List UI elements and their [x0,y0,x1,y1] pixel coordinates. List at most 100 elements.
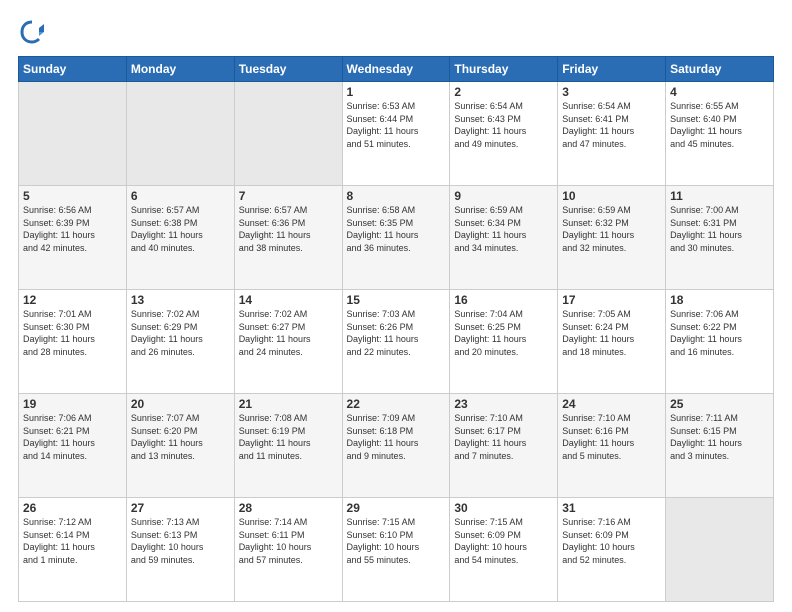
day-number: 26 [23,501,122,515]
day-number: 5 [23,189,122,203]
day-info: Sunrise: 7:10 AM Sunset: 6:16 PM Dayligh… [562,412,661,462]
calendar-cell: 19Sunrise: 7:06 AM Sunset: 6:21 PM Dayli… [19,394,127,498]
calendar-cell: 27Sunrise: 7:13 AM Sunset: 6:13 PM Dayli… [126,498,234,602]
calendar-cell [666,498,774,602]
day-number: 12 [23,293,122,307]
calendar-cell: 16Sunrise: 7:04 AM Sunset: 6:25 PM Dayli… [450,290,558,394]
day-number: 4 [670,85,769,99]
calendar-cell: 8Sunrise: 6:58 AM Sunset: 6:35 PM Daylig… [342,186,450,290]
day-info: Sunrise: 7:12 AM Sunset: 6:14 PM Dayligh… [23,516,122,566]
calendar-cell: 10Sunrise: 6:59 AM Sunset: 6:32 PM Dayli… [558,186,666,290]
day-number: 29 [347,501,446,515]
weekday-header: Tuesday [234,57,342,82]
weekday-header: Thursday [450,57,558,82]
calendar-week-row: 5Sunrise: 6:56 AM Sunset: 6:39 PM Daylig… [19,186,774,290]
day-info: Sunrise: 7:03 AM Sunset: 6:26 PM Dayligh… [347,308,446,358]
logo [18,18,50,46]
day-number: 10 [562,189,661,203]
day-info: Sunrise: 7:13 AM Sunset: 6:13 PM Dayligh… [131,516,230,566]
page: SundayMondayTuesdayWednesdayThursdayFrid… [0,0,792,612]
calendar-cell [126,82,234,186]
calendar-cell: 5Sunrise: 6:56 AM Sunset: 6:39 PM Daylig… [19,186,127,290]
day-info: Sunrise: 6:59 AM Sunset: 6:34 PM Dayligh… [454,204,553,254]
day-number: 8 [347,189,446,203]
day-info: Sunrise: 7:08 AM Sunset: 6:19 PM Dayligh… [239,412,338,462]
weekday-header: Sunday [19,57,127,82]
day-number: 11 [670,189,769,203]
calendar-week-row: 26Sunrise: 7:12 AM Sunset: 6:14 PM Dayli… [19,498,774,602]
day-info: Sunrise: 7:14 AM Sunset: 6:11 PM Dayligh… [239,516,338,566]
day-info: Sunrise: 6:56 AM Sunset: 6:39 PM Dayligh… [23,204,122,254]
day-number: 24 [562,397,661,411]
calendar-cell [19,82,127,186]
day-info: Sunrise: 7:05 AM Sunset: 6:24 PM Dayligh… [562,308,661,358]
calendar-cell: 20Sunrise: 7:07 AM Sunset: 6:20 PM Dayli… [126,394,234,498]
day-info: Sunrise: 6:54 AM Sunset: 6:43 PM Dayligh… [454,100,553,150]
logo-icon [18,18,46,46]
day-number: 19 [23,397,122,411]
calendar-cell: 30Sunrise: 7:15 AM Sunset: 6:09 PM Dayli… [450,498,558,602]
calendar-cell: 9Sunrise: 6:59 AM Sunset: 6:34 PM Daylig… [450,186,558,290]
day-number: 1 [347,85,446,99]
day-number: 17 [562,293,661,307]
day-info: Sunrise: 6:54 AM Sunset: 6:41 PM Dayligh… [562,100,661,150]
day-number: 23 [454,397,553,411]
day-info: Sunrise: 7:11 AM Sunset: 6:15 PM Dayligh… [670,412,769,462]
weekday-header: Saturday [666,57,774,82]
day-number: 2 [454,85,553,99]
day-number: 21 [239,397,338,411]
calendar-week-row: 12Sunrise: 7:01 AM Sunset: 6:30 PM Dayli… [19,290,774,394]
day-info: Sunrise: 7:16 AM Sunset: 6:09 PM Dayligh… [562,516,661,566]
calendar-cell: 4Sunrise: 6:55 AM Sunset: 6:40 PM Daylig… [666,82,774,186]
calendar-cell: 22Sunrise: 7:09 AM Sunset: 6:18 PM Dayli… [342,394,450,498]
calendar-cell: 14Sunrise: 7:02 AM Sunset: 6:27 PM Dayli… [234,290,342,394]
day-info: Sunrise: 7:01 AM Sunset: 6:30 PM Dayligh… [23,308,122,358]
day-info: Sunrise: 7:06 AM Sunset: 6:21 PM Dayligh… [23,412,122,462]
day-info: Sunrise: 7:07 AM Sunset: 6:20 PM Dayligh… [131,412,230,462]
day-number: 20 [131,397,230,411]
calendar-cell: 3Sunrise: 6:54 AM Sunset: 6:41 PM Daylig… [558,82,666,186]
calendar-cell [234,82,342,186]
day-info: Sunrise: 7:00 AM Sunset: 6:31 PM Dayligh… [670,204,769,254]
day-info: Sunrise: 7:02 AM Sunset: 6:29 PM Dayligh… [131,308,230,358]
day-number: 3 [562,85,661,99]
calendar-cell: 21Sunrise: 7:08 AM Sunset: 6:19 PM Dayli… [234,394,342,498]
calendar-cell: 26Sunrise: 7:12 AM Sunset: 6:14 PM Dayli… [19,498,127,602]
calendar-cell: 17Sunrise: 7:05 AM Sunset: 6:24 PM Dayli… [558,290,666,394]
day-info: Sunrise: 6:55 AM Sunset: 6:40 PM Dayligh… [670,100,769,150]
calendar-cell: 29Sunrise: 7:15 AM Sunset: 6:10 PM Dayli… [342,498,450,602]
day-info: Sunrise: 6:57 AM Sunset: 6:36 PM Dayligh… [239,204,338,254]
day-info: Sunrise: 7:15 AM Sunset: 6:10 PM Dayligh… [347,516,446,566]
calendar: SundayMondayTuesdayWednesdayThursdayFrid… [18,56,774,602]
calendar-cell: 18Sunrise: 7:06 AM Sunset: 6:22 PM Dayli… [666,290,774,394]
calendar-cell: 13Sunrise: 7:02 AM Sunset: 6:29 PM Dayli… [126,290,234,394]
day-info: Sunrise: 6:58 AM Sunset: 6:35 PM Dayligh… [347,204,446,254]
calendar-cell: 7Sunrise: 6:57 AM Sunset: 6:36 PM Daylig… [234,186,342,290]
day-number: 16 [454,293,553,307]
calendar-cell: 2Sunrise: 6:54 AM Sunset: 6:43 PM Daylig… [450,82,558,186]
calendar-cell: 1Sunrise: 6:53 AM Sunset: 6:44 PM Daylig… [342,82,450,186]
day-number: 27 [131,501,230,515]
day-info: Sunrise: 7:09 AM Sunset: 6:18 PM Dayligh… [347,412,446,462]
day-info: Sunrise: 6:53 AM Sunset: 6:44 PM Dayligh… [347,100,446,150]
day-info: Sunrise: 7:15 AM Sunset: 6:09 PM Dayligh… [454,516,553,566]
calendar-cell: 11Sunrise: 7:00 AM Sunset: 6:31 PM Dayli… [666,186,774,290]
calendar-cell: 31Sunrise: 7:16 AM Sunset: 6:09 PM Dayli… [558,498,666,602]
day-number: 25 [670,397,769,411]
day-number: 14 [239,293,338,307]
calendar-cell: 12Sunrise: 7:01 AM Sunset: 6:30 PM Dayli… [19,290,127,394]
day-number: 31 [562,501,661,515]
calendar-cell: 25Sunrise: 7:11 AM Sunset: 6:15 PM Dayli… [666,394,774,498]
day-number: 28 [239,501,338,515]
weekday-header: Friday [558,57,666,82]
day-info: Sunrise: 7:02 AM Sunset: 6:27 PM Dayligh… [239,308,338,358]
calendar-cell: 15Sunrise: 7:03 AM Sunset: 6:26 PM Dayli… [342,290,450,394]
day-info: Sunrise: 7:06 AM Sunset: 6:22 PM Dayligh… [670,308,769,358]
calendar-cell: 23Sunrise: 7:10 AM Sunset: 6:17 PM Dayli… [450,394,558,498]
day-number: 15 [347,293,446,307]
day-number: 30 [454,501,553,515]
calendar-cell: 28Sunrise: 7:14 AM Sunset: 6:11 PM Dayli… [234,498,342,602]
day-info: Sunrise: 6:59 AM Sunset: 6:32 PM Dayligh… [562,204,661,254]
day-number: 22 [347,397,446,411]
calendar-cell: 6Sunrise: 6:57 AM Sunset: 6:38 PM Daylig… [126,186,234,290]
